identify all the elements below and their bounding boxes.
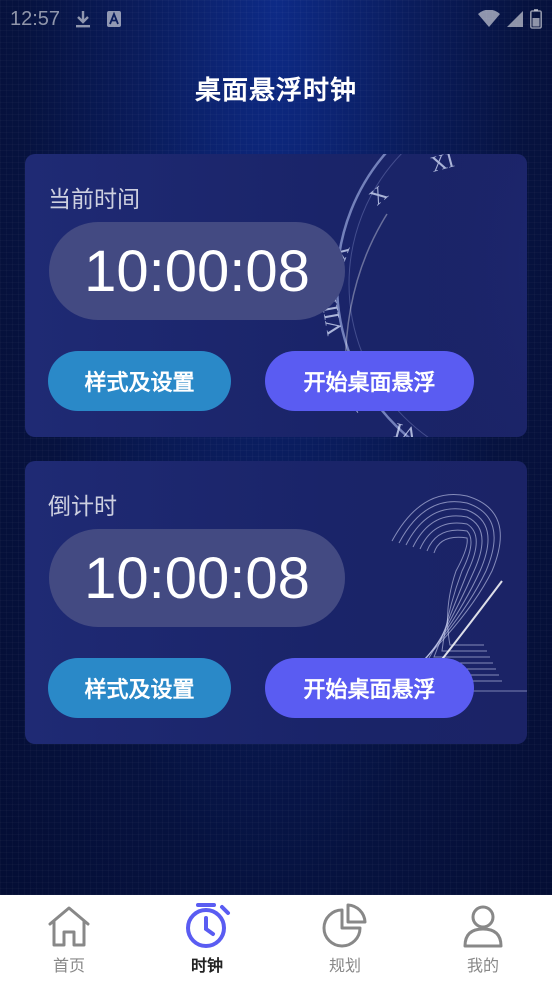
nav-item-home[interactable]: 首页 [0, 895, 138, 983]
person-icon [463, 905, 503, 948]
nav-label-plan: 规划 [328, 956, 361, 975]
notification-a-icon [107, 11, 122, 27]
countdown-card: 倒计时 10:00:08 样式及设置 开始桌面悬浮 [25, 461, 527, 744]
countdown-time-display: 10:00:08 [49, 529, 345, 627]
cell-signal-icon [507, 11, 523, 27]
battery-icon [530, 9, 542, 29]
nav-item-clock[interactable]: 时钟 [138, 895, 276, 983]
clock-icon [186, 903, 230, 948]
current-time-card: XI X IX VIII VII VI 当前时间 10:00:08 样式及设置 … [25, 154, 527, 437]
nav-label-clock: 时钟 [190, 956, 223, 975]
nav-label-home: 首页 [52, 956, 85, 975]
card-label-countdown: 倒计时 [48, 494, 117, 520]
status-bar: 12:57 [0, 0, 552, 38]
status-time: 12:57 [10, 7, 61, 30]
start-floating-button[interactable]: 开始桌面悬浮 [265, 351, 474, 411]
nav-item-plan[interactable]: 规划 [276, 895, 414, 983]
style-settings-button[interactable]: 样式及设置 [48, 351, 231, 411]
download-icon [76, 11, 91, 28]
nav-label-mine: 我的 [466, 956, 499, 975]
nav-item-mine[interactable]: 我的 [414, 895, 552, 983]
card-label-current-time: 当前时间 [48, 187, 140, 213]
page-title: 桌面悬浮时钟 [194, 76, 357, 106]
background-grid [0, 0, 552, 895]
current-time-display: 10:00:08 [49, 222, 345, 320]
style-settings-button[interactable]: 样式及设置 [48, 658, 231, 718]
wifi-icon [478, 10, 500, 27]
pie-chart-icon [322, 903, 367, 948]
home-icon [48, 906, 90, 947]
bottom-nav: 首页 时钟 规划 我的 [0, 895, 552, 983]
start-floating-button[interactable]: 开始桌面悬浮 [265, 658, 474, 718]
